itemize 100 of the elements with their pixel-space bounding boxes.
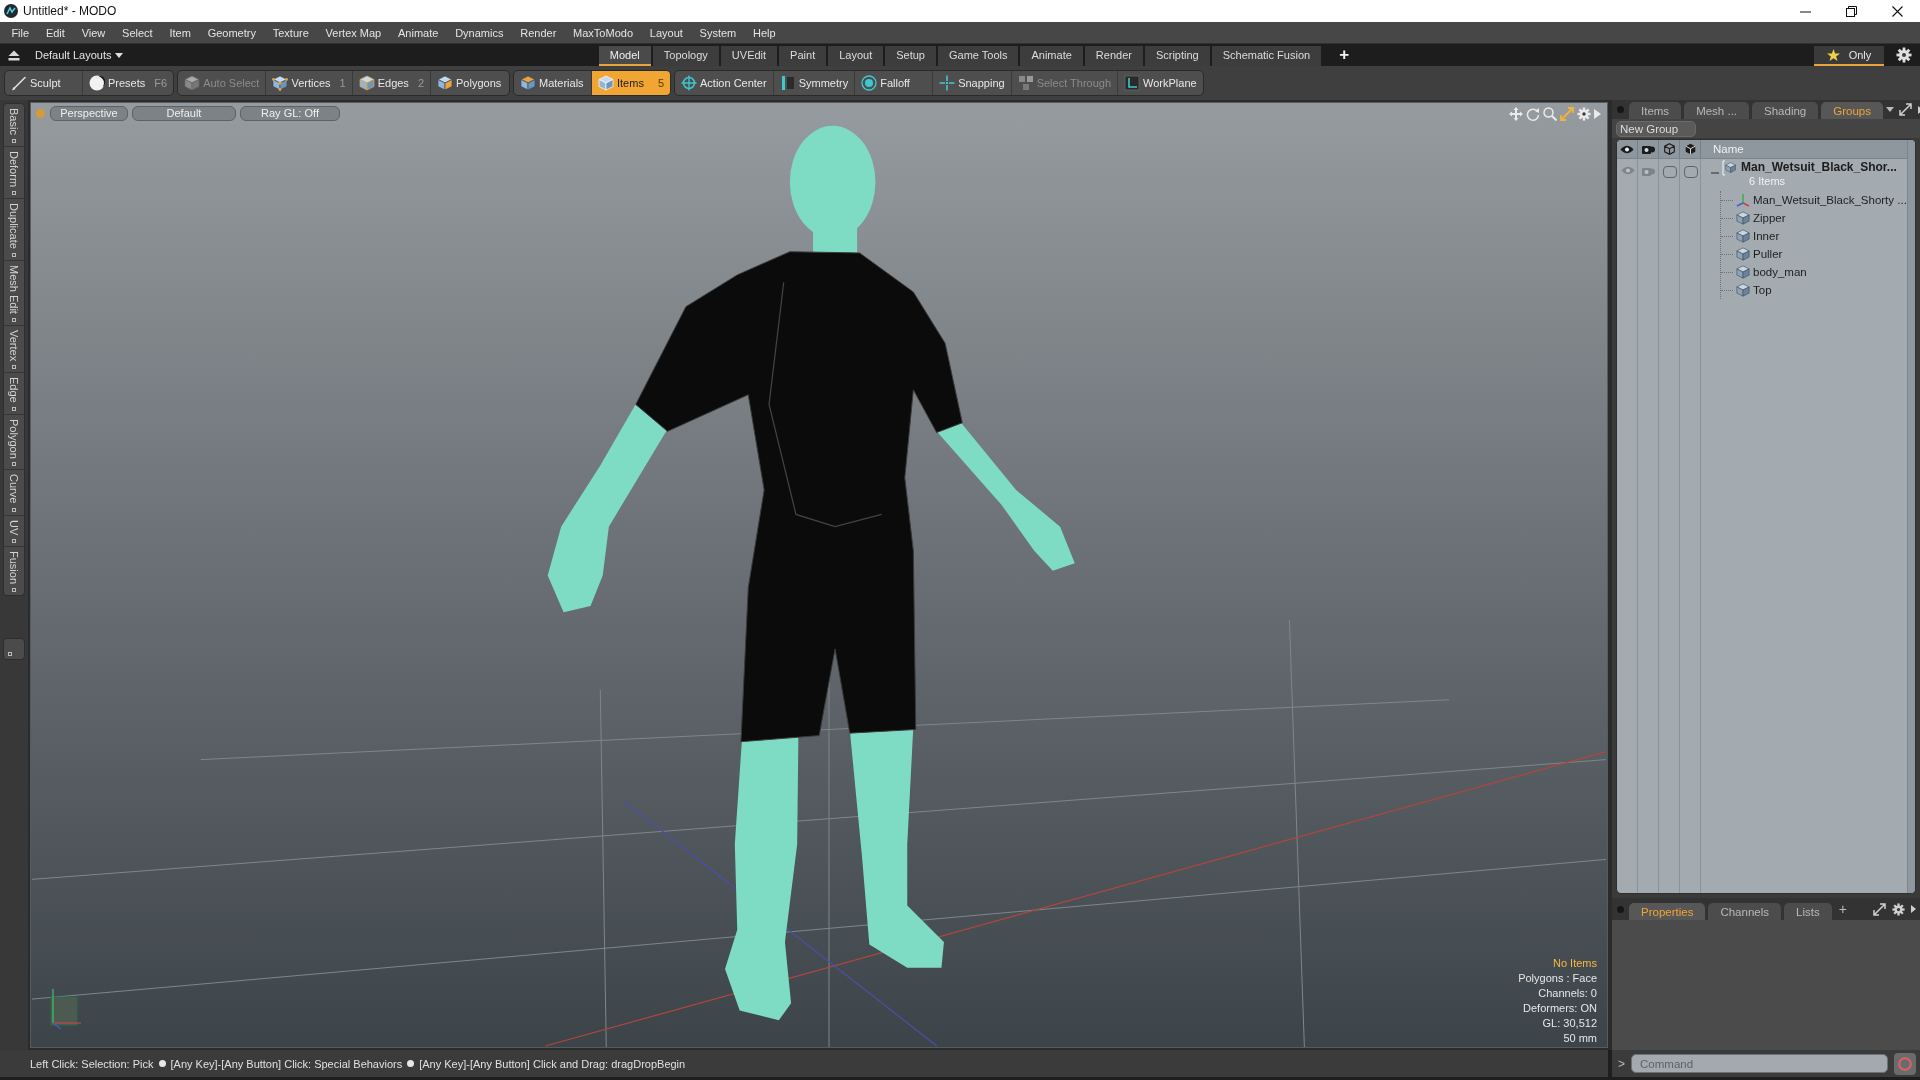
viewport-info-text: GL: 30,512 — [1542, 1016, 1597, 1031]
layout-tab[interactable]: Animate — [1020, 46, 1083, 66]
menu-item[interactable]: Render — [511, 24, 565, 41]
scrollbar-track[interactable] — [1906, 140, 1915, 893]
cube-icon — [1736, 265, 1750, 279]
menu-item[interactable]: Edit — [37, 24, 74, 41]
group-member-name[interactable]: Top — [1753, 284, 1772, 296]
add-tab-button[interactable]: + — [1834, 900, 1851, 918]
menu-item[interactable]: Select — [113, 24, 162, 41]
toggle-box[interactable] — [1683, 166, 1698, 178]
toolbar-button[interactable]: Symmetry — [773, 71, 856, 95]
layout-tab[interactable]: Model — [598, 46, 651, 66]
panel-tab[interactable]: Properties — [1629, 903, 1706, 920]
group-member-name[interactable]: Zipper — [1753, 212, 1786, 224]
symmetry-icon — [779, 75, 796, 91]
toolbar-button[interactable]: Edges 2 — [352, 71, 431, 95]
tool-tab[interactable]: Deform — [4, 146, 24, 199]
crosshair-icon — [681, 75, 697, 91]
tool-tab[interactable]: Vertex — [4, 325, 24, 373]
toolbar-button[interactable]: Presets F6 — [83, 71, 174, 95]
toolbar-button[interactable]: Snapping — [933, 71, 1012, 95]
tool-tab[interactable]: Fusion — [4, 547, 24, 596]
move-arrows-icon[interactable] — [1509, 106, 1523, 121]
viewport-option-button[interactable]: Perspective — [50, 106, 128, 121]
layout-tab[interactable]: Topology — [652, 46, 719, 66]
add-tab-button[interactable]: + — [1335, 46, 1354, 64]
toolbar-button[interactable]: Vertices 1 — [266, 71, 353, 95]
group-member-name[interactable]: body_man — [1753, 266, 1807, 278]
only-filter-button[interactable]: Only — [1814, 45, 1884, 66]
command-field[interactable]: Command — [1631, 1054, 1888, 1073]
star-icon — [1826, 48, 1840, 61]
panel-tab[interactable]: Shading — [1752, 102, 1819, 119]
axes-icon — [1736, 193, 1750, 207]
layout-tab[interactable]: Layout — [828, 46, 884, 66]
toolbar-button[interactable]: WorkPlane — [1118, 71, 1203, 95]
panel-tab[interactable]: Items — [1629, 102, 1682, 119]
panel-toggle-button[interactable] — [3, 638, 25, 661]
layout-tab[interactable]: Schematic Fusion — [1211, 46, 1322, 66]
settings-icon[interactable] — [1892, 902, 1905, 916]
zoom-icon[interactable] — [1543, 106, 1557, 121]
layout-tab[interactable]: UVEdit — [720, 46, 778, 66]
caret-icon[interactable] — [1885, 107, 1894, 112]
cube-outline-icon[interactable] — [1663, 143, 1675, 155]
layouts-dropdown[interactable]: Default Layouts — [35, 49, 124, 61]
group-member-name[interactable]: Man_Wetsuit_Black_Shorty ... — [1753, 194, 1907, 206]
up-arrow-icon[interactable] — [8, 49, 20, 61]
layout-tab[interactable]: Game Tools — [937, 46, 1019, 66]
panel-tab[interactable]: Lists — [1784, 903, 1832, 920]
group-member-name[interactable]: Inner — [1753, 230, 1780, 242]
cube-icon — [437, 75, 453, 91]
toggle-box[interactable] — [1662, 166, 1677, 178]
tool-tab[interactable]: Duplicate — [4, 198, 24, 261]
right-triangle-icon[interactable] — [1911, 905, 1916, 913]
settings-icon[interactable] — [1896, 47, 1912, 63]
menu-item[interactable]: Layout — [641, 24, 692, 41]
menu-item[interactable]: MaxToModo — [564, 24, 642, 41]
rotate-icon[interactable] — [1526, 106, 1540, 121]
tool-tab[interactable]: Edge — [4, 372, 24, 415]
layout-tab[interactable]: Setup — [885, 46, 936, 66]
tool-tab[interactable]: Curve — [4, 470, 24, 516]
new-group-button[interactable]: New Group — [1616, 120, 1696, 137]
toolbar-button[interactable]: Polygons — [431, 71, 509, 95]
menu-item[interactable]: View — [73, 24, 114, 41]
layout-tab[interactable]: Paint — [779, 46, 827, 66]
toolbar-button[interactable]: Items 5 — [592, 71, 670, 95]
menu-item[interactable]: Texture — [264, 24, 318, 41]
camera-icon[interactable] — [1641, 144, 1655, 154]
menu-item[interactable]: Animate — [389, 24, 447, 41]
menu-item[interactable]: Geometry — [199, 24, 265, 41]
layout-tab[interactable]: Scripting — [1144, 46, 1210, 66]
menu-item[interactable]: Help — [744, 24, 785, 41]
group-member-name[interactable]: Puller — [1753, 248, 1783, 260]
menu-item[interactable]: Vertex Map — [317, 24, 390, 41]
tool-tab[interactable]: Polygon — [4, 414, 24, 471]
expand-icon[interactable] — [1873, 902, 1886, 916]
viewport-option-button[interactable]: Default — [132, 106, 236, 121]
toolbar-button[interactable]: Sculpt — [5, 71, 83, 95]
toolbar-button[interactable]: Action Center — [675, 71, 774, 95]
viewport-option-button[interactable]: Ray GL: Off — [240, 106, 340, 121]
tool-tab[interactable]: UV — [4, 515, 24, 548]
menu-item[interactable]: Item — [161, 24, 200, 41]
square-icon — [12, 252, 16, 257]
menu-item[interactable]: Dynamics — [446, 24, 512, 41]
toolbar-button[interactable]: Falloff — [855, 71, 934, 95]
group-name[interactable]: Man_Wetsuit_Black_Shor... — [1741, 160, 1897, 174]
panel-tab[interactable]: Groups — [1821, 102, 1883, 119]
panel-tab[interactable]: Mesh ... — [1684, 102, 1750, 119]
shortcut-hint: F6 — [153, 77, 168, 89]
tool-tab[interactable]: Mesh Edit — [4, 260, 24, 326]
eye-icon[interactable] — [1620, 144, 1634, 154]
3d-viewport[interactable]: Perspective Default Ray GL: Off No Items Polygons : Face Channels: 0 Deformers: ON GL: 30,512 50 mm — [30, 102, 1608, 1048]
tool-tab[interactable]: Basic — [4, 104, 24, 147]
panel-tab[interactable]: Channels — [1708, 903, 1781, 920]
menu-item[interactable]: File — [3, 24, 38, 41]
record-button[interactable] — [1894, 1052, 1916, 1075]
layout-tab[interactable]: Render — [1084, 46, 1143, 66]
menu-item[interactable]: System — [691, 24, 745, 41]
cube-icon[interactable] — [1684, 143, 1696, 155]
dot-icon[interactable] — [36, 109, 45, 118]
expand-icon[interactable] — [1898, 103, 1912, 116]
